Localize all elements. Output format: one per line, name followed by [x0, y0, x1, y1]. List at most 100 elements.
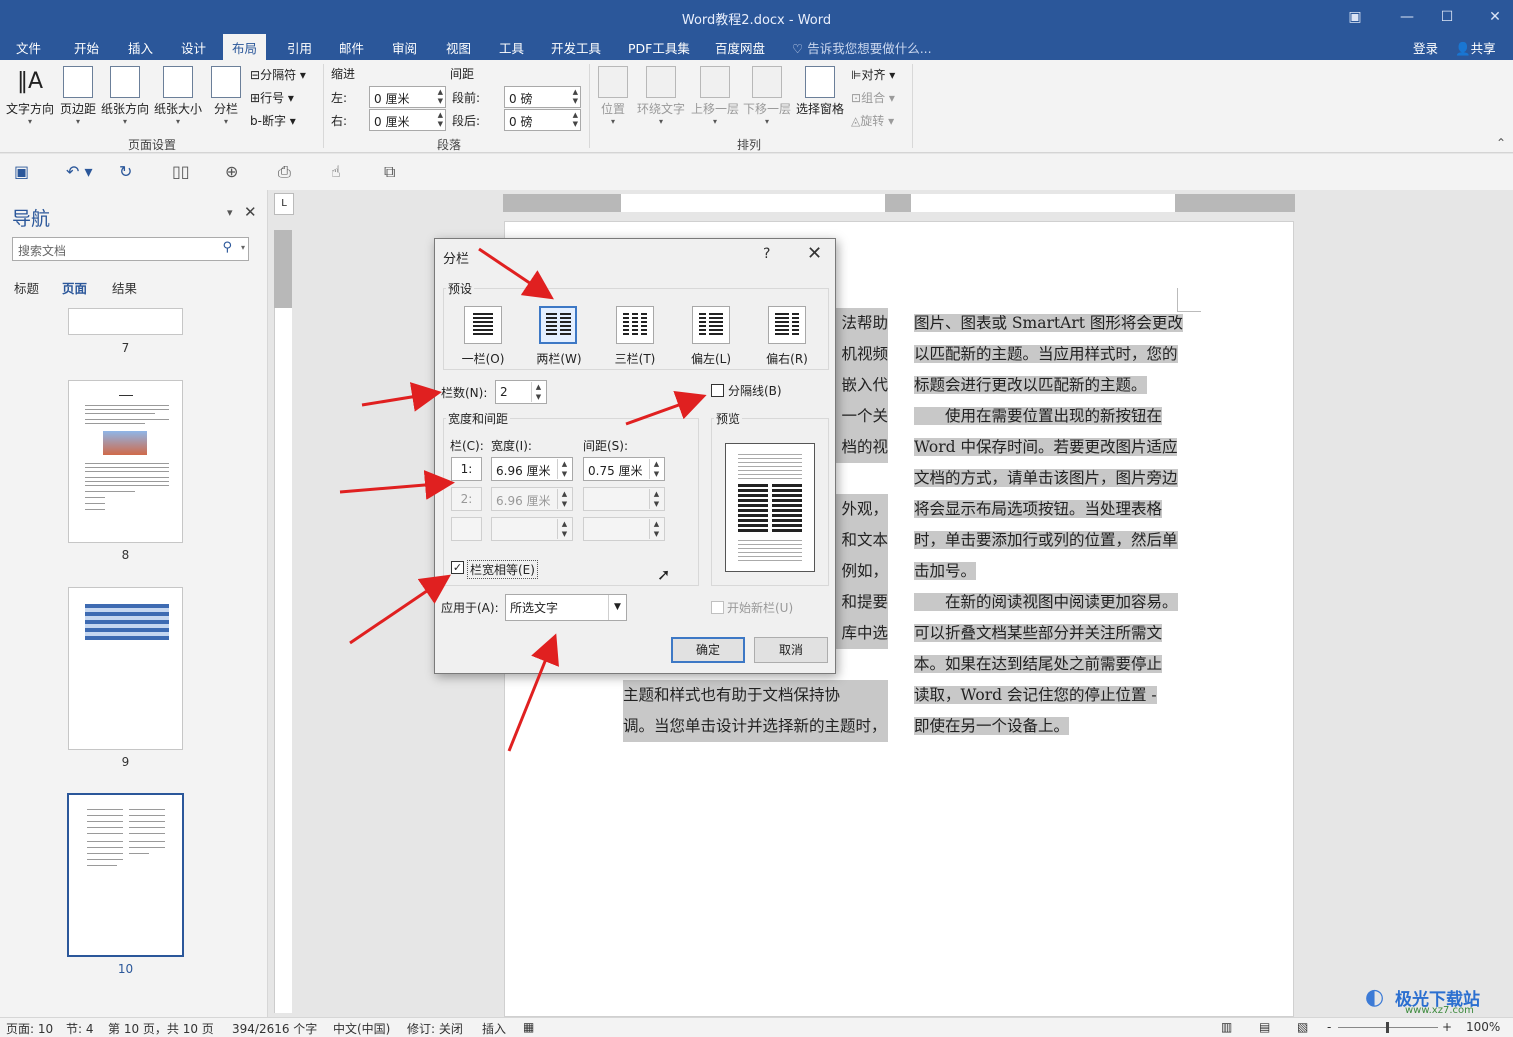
column-2-width-input[interactable]: 6.96 厘米 ▲ ▼ — [491, 487, 573, 511]
tab-baidu-netdisk[interactable]: 百度网盘 — [715, 38, 765, 57]
tab-home[interactable]: 开始 — [74, 38, 99, 57]
send-backward-button[interactable]: 下移一层 ▾ — [742, 66, 792, 127]
page-thumbnail[interactable] — [68, 380, 183, 543]
tab-developer[interactable]: 开发工具 — [551, 38, 601, 57]
status-word-count[interactable]: 394/2616 个字 — [232, 1020, 317, 1037]
align-button[interactable]: ⊫对齐 ▾ — [851, 66, 895, 83]
spacing-after-input[interactable]: 0 磅 ▲ ▼ — [504, 109, 581, 131]
tab-insert[interactable]: 插入 — [128, 38, 153, 57]
read-mode-icon[interactable]: ▥ — [1221, 1020, 1232, 1034]
tab-file[interactable]: 文件 — [16, 38, 41, 57]
line-between-checkbox[interactable] — [711, 384, 724, 397]
close-button[interactable]: ✕ — [1480, 6, 1510, 28]
status-language[interactable]: 中文(中国) — [333, 1020, 390, 1037]
status-insert-mode[interactable]: 插入 — [482, 1020, 506, 1037]
status-page-of[interactable]: 第 10 页，共 10 页 — [108, 1020, 214, 1037]
side-by-side-icon[interactable]: ▯▯ — [172, 162, 190, 181]
nav-tab-headings[interactable]: 标题 — [14, 278, 39, 297]
group-button[interactable]: ⊡组合 ▾ — [851, 89, 895, 106]
indent-left-input[interactable]: 0 厘米 ▲ ▼ — [369, 86, 446, 108]
search-icon[interactable]: ⚲ — [222, 240, 232, 255]
ok-button[interactable]: 确定 — [671, 637, 745, 663]
zoom-slider-thumb[interactable] — [1386, 1022, 1389, 1033]
preset-left[interactable] — [692, 306, 730, 344]
status-track-changes[interactable]: 修订: 关闭 — [407, 1020, 463, 1037]
help-button[interactable]: ? — [763, 246, 770, 262]
selection-pane-button[interactable]: 选择窗格 — [795, 66, 845, 117]
ribbon-display-icon[interactable]: ▣ — [1340, 6, 1370, 28]
breaks-button[interactable]: ⊟分隔符 ▾ — [250, 66, 306, 83]
print-preview-icon[interactable]: ⎙ — [278, 162, 291, 182]
print-layout-icon[interactable]: ▤ — [1259, 1020, 1270, 1034]
text-direction-button[interactable]: ‖A 文字方向 ▾ — [4, 66, 56, 127]
column-1-spacing-input[interactable]: 0.75 厘米 ▲ ▼ — [583, 457, 665, 481]
column-3-spacing-input[interactable]: ▲ ▼ — [583, 517, 665, 541]
page-thumbnail[interactable] — [68, 587, 183, 750]
status-page[interactable]: 页面: 10 — [6, 1020, 53, 1037]
zoom-out-button[interactable]: - — [1327, 1020, 1331, 1034]
undo-icon[interactable]: ↶ ▾ — [66, 162, 93, 181]
login-link[interactable]: 登录 — [1413, 38, 1438, 57]
indent-right-input[interactable]: 0 厘米 ▲ ▼ — [369, 109, 446, 131]
tab-design[interactable]: 设计 — [181, 38, 206, 57]
bring-forward-button[interactable]: 上移一层 ▾ — [690, 66, 740, 127]
minimize-button[interactable]: — — [1392, 6, 1422, 28]
tab-view[interactable]: 视图 — [446, 38, 471, 57]
start-new-column-checkbox[interactable] — [711, 601, 724, 614]
redo-icon[interactable]: ↻ — [119, 162, 132, 181]
customize-icon[interactable]: ⧉ — [384, 162, 395, 182]
tab-pdf-tools[interactable]: PDF工具集 — [628, 38, 690, 57]
line-numbers-button[interactable]: ⊞行号 ▾ — [250, 89, 294, 106]
page-thumbnail[interactable] — [68, 308, 183, 335]
dialog-close-button[interactable]: ✕ — [807, 243, 822, 264]
column-2-spacing-input[interactable]: ▲ ▼ — [583, 487, 665, 511]
chevron-down-icon[interactable]: ▼ — [608, 595, 626, 620]
status-section[interactable]: 节: 4 — [66, 1020, 94, 1037]
web-icon[interactable]: ⊕ — [225, 162, 238, 181]
preset-right[interactable] — [768, 306, 806, 344]
tab-layout[interactable]: 布局 — [223, 34, 267, 60]
watermark-logo: ◐ 极光下载站 www.xz7.com — [1365, 985, 1480, 1016]
page-thumbnail-current[interactable] — [67, 793, 184, 957]
hyphenation-button[interactable]: b-断字 ▾ — [250, 112, 296, 129]
apply-to-select[interactable]: 所选文字 ▼ — [505, 594, 627, 621]
position-button[interactable]: 位置 ▾ — [596, 66, 630, 127]
tab-references[interactable]: 引用 — [287, 38, 312, 57]
columns-button[interactable]: 分栏 ▾ — [210, 66, 242, 127]
nav-tab-results[interactable]: 结果 — [112, 278, 137, 297]
share-button[interactable]: 👤共享 — [1455, 38, 1496, 57]
preset-three-columns[interactable] — [616, 306, 654, 344]
orientation-button[interactable]: 纸张方向 ▾ — [100, 66, 150, 127]
touch-mode-icon[interactable]: ☝ — [331, 162, 341, 181]
macro-icon[interactable]: ▦ — [523, 1020, 534, 1034]
nav-tab-pages[interactable]: 页面 — [62, 278, 87, 297]
num-columns-input[interactable]: 2 ▲ ▼ — [495, 380, 547, 404]
size-button[interactable]: 纸张大小 ▾ — [153, 66, 203, 127]
preset-two-columns[interactable] — [539, 306, 577, 344]
nav-options-icon[interactable]: ▾ — [227, 206, 233, 219]
equal-width-checkbox[interactable]: ✓ — [451, 561, 464, 574]
wrap-text-button[interactable]: 环绕文字 ▾ — [636, 66, 686, 127]
tab-selector[interactable]: L — [274, 193, 294, 215]
zoom-in-button[interactable]: + — [1442, 1020, 1452, 1034]
maximize-button[interactable]: ☐ — [1432, 6, 1462, 28]
web-layout-icon[interactable]: ▧ — [1297, 1020, 1308, 1034]
rotate-button[interactable]: ◬旋转 ▾ — [851, 112, 894, 129]
collapse-ribbon-icon[interactable]: ⌃ — [1496, 136, 1506, 150]
chevron-down-icon[interactable]: ▾ — [241, 243, 245, 252]
tab-mailings[interactable]: 邮件 — [339, 38, 364, 57]
tell-me-box[interactable]: ♡ 告诉我您想要做什么... — [792, 38, 932, 57]
tab-tools[interactable]: 工具 — [499, 38, 524, 57]
margins-button[interactable]: 页边距 ▾ — [58, 66, 98, 127]
preset-one-column[interactable] — [464, 306, 502, 344]
save-icon[interactable]: ▣ — [14, 162, 29, 181]
tab-review[interactable]: 审阅 — [392, 38, 417, 57]
column-3-width-input[interactable]: ▲ ▼ — [491, 517, 573, 541]
column-1-width-input[interactable]: 6.96 厘米 ▲ ▼ — [491, 457, 573, 481]
cancel-button[interactable]: 取消 — [754, 637, 828, 663]
nav-search-input[interactable]: 搜索文档 ⚲ ▾ — [12, 237, 249, 261]
spacing-before-input[interactable]: 0 磅 ▲ ▼ — [504, 86, 581, 108]
group-divider — [912, 64, 913, 148]
zoom-level[interactable]: 100% — [1466, 1020, 1500, 1034]
nav-close-icon[interactable]: ✕ — [244, 203, 257, 221]
